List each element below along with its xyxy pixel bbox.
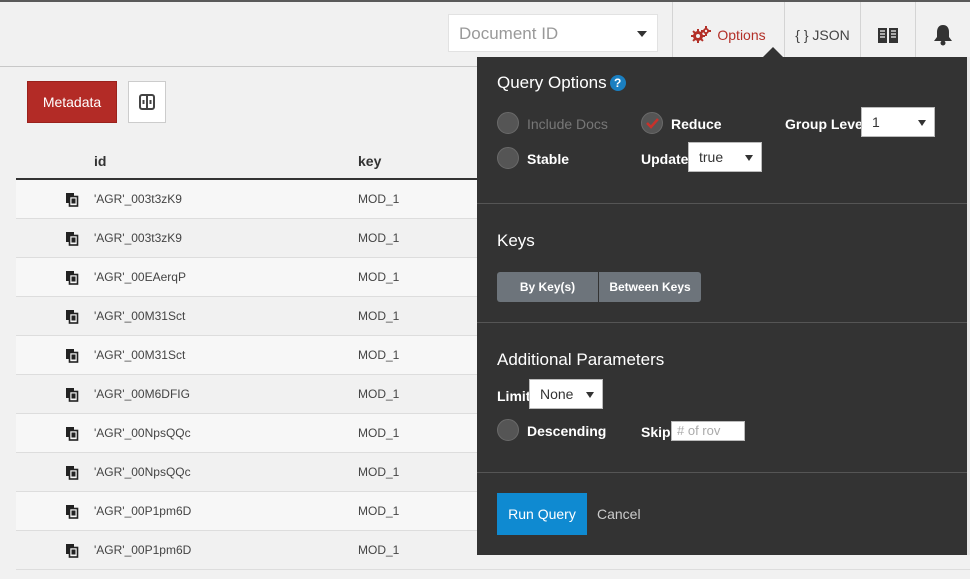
copy-icon[interactable] — [65, 270, 79, 288]
row-id: 'AGR'_00NpsQQc — [94, 465, 191, 479]
checkmark-icon — [646, 118, 659, 129]
copy-icon[interactable] — [65, 309, 79, 327]
column-toggle-icon — [139, 94, 155, 110]
options-label: Options — [717, 26, 766, 43]
include-docs-checkbox[interactable] — [497, 112, 519, 134]
reduce-checkbox[interactable] — [641, 112, 663, 134]
copy-icon[interactable] — [65, 426, 79, 444]
row-id: 'AGR'_00M6DFIG — [94, 387, 190, 401]
by-keys-button[interactable]: By Key(s) — [497, 272, 598, 302]
skip-input[interactable]: # of rov — [671, 421, 745, 441]
stable-checkbox[interactable] — [497, 147, 519, 169]
row-id: 'AGR'_00M31Sct — [94, 348, 186, 362]
row-id: 'AGR'_00M31Sct — [94, 309, 186, 323]
row-key: MOD_1 — [358, 465, 400, 479]
row-key: MOD_1 — [358, 504, 400, 518]
descending-label: Descending — [527, 423, 607, 439]
gears-icon — [691, 25, 712, 43]
document-id-select[interactable]: Document ID — [448, 14, 658, 52]
update-label: Update — [641, 151, 689, 167]
query-options-title: Query Options? — [497, 73, 626, 93]
update-select[interactable]: true — [688, 142, 762, 172]
row-id: 'AGR'_003t3zK9 — [94, 231, 182, 245]
update-value: true — [699, 149, 724, 165]
row-key: MOD_1 — [358, 543, 400, 557]
limit-label: Limit — [497, 388, 531, 404]
chevron-down-icon — [637, 31, 647, 37]
between-keys-label: Between Keys — [609, 280, 691, 294]
row-key: MOD_1 — [358, 426, 400, 440]
copy-icon[interactable] — [65, 465, 79, 483]
stable-label: Stable — [527, 151, 570, 167]
metadata-button[interactable]: Metadata — [27, 81, 117, 123]
document-id-placeholder: Document ID — [459, 24, 559, 43]
row-id: 'AGR'_00EAerqP — [94, 270, 186, 284]
run-query-label: Run Query — [508, 506, 576, 522]
copy-icon[interactable] — [65, 504, 79, 522]
row-key: MOD_1 — [358, 309, 400, 323]
book-icon — [878, 27, 898, 43]
row-key: MOD_1 — [358, 270, 400, 284]
limit-select[interactable]: None — [529, 379, 603, 409]
chevron-down-icon — [586, 392, 594, 398]
column-toggle-button[interactable] — [128, 81, 166, 123]
copy-icon[interactable] — [65, 543, 79, 561]
row-id: 'AGR'_003t3zK9 — [94, 192, 182, 206]
copy-icon[interactable] — [65, 348, 79, 366]
query-options-section: Query Options? Include Docs Reduce Group… — [477, 57, 967, 204]
by-keys-label: By Key(s) — [519, 280, 576, 294]
group-level-value: 1 — [872, 114, 880, 130]
keys-section: Keys — [477, 204, 967, 323]
limit-value: None — [540, 386, 574, 402]
descending-checkbox[interactable] — [497, 419, 519, 441]
row-id: 'AGR'_00NpsQQc — [94, 426, 191, 440]
run-query-button[interactable]: Run Query — [497, 493, 587, 535]
keys-title: Keys — [497, 231, 535, 250]
query-options-panel: Query Options? Include Docs Reduce Group… — [477, 57, 967, 555]
group-level-label: Group Level — [785, 116, 867, 132]
help-icon[interactable]: ? — [609, 75, 626, 91]
skip-label: Skip — [641, 424, 671, 440]
copy-icon[interactable] — [65, 387, 79, 405]
metadata-label: Metadata — [42, 94, 102, 110]
row-id: 'AGR'_00P1pm6D — [94, 543, 192, 557]
group-level-select[interactable]: 1 — [861, 107, 935, 137]
chevron-down-icon — [918, 120, 926, 126]
column-header-id[interactable]: id — [94, 153, 106, 169]
row-key: MOD_1 — [358, 387, 400, 401]
row-key: MOD_1 — [358, 348, 400, 362]
chevron-down-icon — [745, 155, 753, 161]
row-id: 'AGR'_00P1pm6D — [94, 504, 192, 518]
json-label: { } JSON — [795, 26, 850, 43]
between-keys-button[interactable]: Between Keys — [599, 272, 701, 302]
include-docs-label: Include Docs — [527, 116, 608, 132]
row-key: MOD_1 — [358, 192, 400, 206]
copy-icon[interactable] — [65, 192, 79, 210]
bell-icon — [934, 24, 952, 45]
cancel-link[interactable]: Cancel — [597, 506, 641, 522]
row-key: MOD_1 — [358, 231, 400, 245]
additional-parameters-title: Additional Parameters — [497, 350, 665, 369]
column-header-key[interactable]: key — [358, 153, 381, 169]
copy-icon[interactable] — [65, 231, 79, 249]
reduce-label: Reduce — [671, 116, 722, 132]
